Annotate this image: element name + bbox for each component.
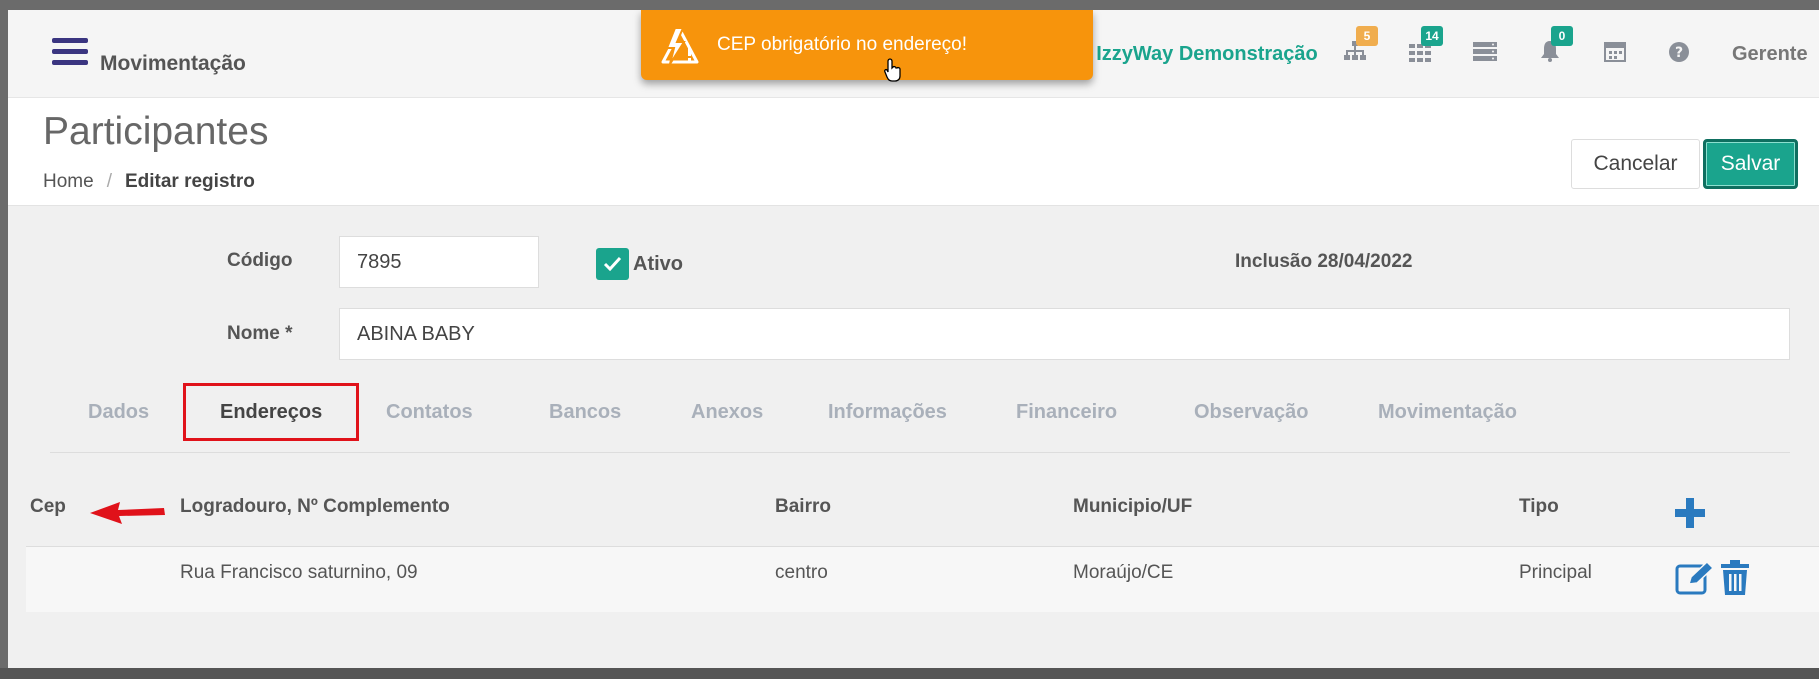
help-icon[interactable]: ? — [1664, 40, 1694, 70]
cell-tipo: Principal — [1519, 562, 1592, 583]
apps-badge: 14 — [1421, 26, 1443, 46]
page-title: Participantes — [43, 110, 269, 153]
column-header-cep: Cep — [30, 496, 66, 517]
tab-informacoes[interactable]: Informações — [828, 383, 947, 441]
tab-bar: Dados Endereços Contatos Bancos Anexos I… — [50, 383, 1790, 453]
name-label: Nome * — [227, 323, 293, 344]
hand-cursor-icon — [884, 58, 901, 82]
column-header-municipio: Municipio/UF — [1073, 496, 1193, 517]
menu-icon[interactable] — [52, 38, 88, 70]
cancel-button[interactable]: Cancelar — [1571, 139, 1700, 189]
tab-anexos[interactable]: Anexos — [691, 383, 763, 441]
trash-icon[interactable] — [1720, 560, 1750, 596]
code-label: Código — [227, 250, 293, 271]
sitemap-icon[interactable]: 5 — [1340, 26, 1378, 70]
notifications-badge: 0 — [1551, 26, 1573, 46]
breadcrumb-home[interactable]: Home — [43, 171, 94, 192]
column-header-bairro: Bairro — [775, 496, 831, 517]
breadcrumb-current: Editar registro — [124, 171, 255, 192]
breadcrumb-separator: / — [106, 171, 112, 192]
tab-financeiro[interactable]: Financeiro — [1016, 383, 1117, 441]
org-badge: 5 — [1356, 26, 1378, 46]
cell-bairro: centro — [775, 562, 828, 583]
code-input[interactable]: 7895 — [339, 236, 539, 288]
tab-dados[interactable]: Dados — [88, 383, 149, 441]
user-menu[interactable]: Gerente — [1732, 43, 1808, 66]
name-input[interactable]: ABINA BABY — [339, 308, 1790, 360]
apps-grid-icon[interactable]: 14 — [1405, 26, 1443, 70]
save-button[interactable]: Salvar — [1703, 139, 1798, 189]
cell-logradouro: Rua Francisco saturnino, 09 — [180, 562, 418, 583]
active-label: Ativo — [633, 253, 683, 275]
breadcrumb: Home / Editar registro — [43, 171, 255, 193]
module-title: Movimentação — [100, 52, 246, 75]
app-window: Movimentação : IzzyWay Demonstração 5 14… — [8, 10, 1819, 668]
window-border — [0, 668, 1819, 679]
bell-icon[interactable]: 0 — [1535, 26, 1573, 70]
tab-observacao[interactable]: Observação — [1194, 383, 1309, 441]
inclusion-date: Inclusão 28/04/2022 — [1235, 251, 1413, 272]
edit-icon[interactable] — [1675, 560, 1715, 596]
tab-bancos[interactable]: Bancos — [549, 383, 621, 441]
column-header-logradouro: Logradouro, Nº Complemento — [180, 496, 450, 517]
tab-contatos[interactable]: Contatos — [386, 383, 473, 441]
active-checkbox[interactable] — [596, 248, 629, 280]
tab-movimentacao[interactable]: Movimentação — [1378, 383, 1517, 441]
error-toast[interactable]: CEP obrigatório no endereço! — [641, 10, 1093, 82]
check-icon — [603, 256, 622, 271]
warning-bolt-icon — [661, 27, 699, 65]
server-icon[interactable] — [1470, 40, 1500, 70]
page-header: Participantes Home / Editar registro Cance… — [8, 98, 1819, 206]
add-address-icon[interactable] — [1673, 496, 1707, 530]
company-name[interactable]: : IzzyWay Demonstração — [1084, 43, 1318, 66]
svg-text:?: ? — [1675, 45, 1683, 61]
tab-enderecos[interactable]: Endereços — [183, 383, 360, 441]
column-header-tipo: Tipo — [1519, 496, 1559, 517]
cell-municipio: Moraújo/CE — [1073, 562, 1174, 583]
toast-message: CEP obrigatório no endereço! — [717, 34, 967, 55]
calendar-icon[interactable] — [1600, 40, 1630, 70]
red-arrow-annotation — [90, 502, 165, 524]
